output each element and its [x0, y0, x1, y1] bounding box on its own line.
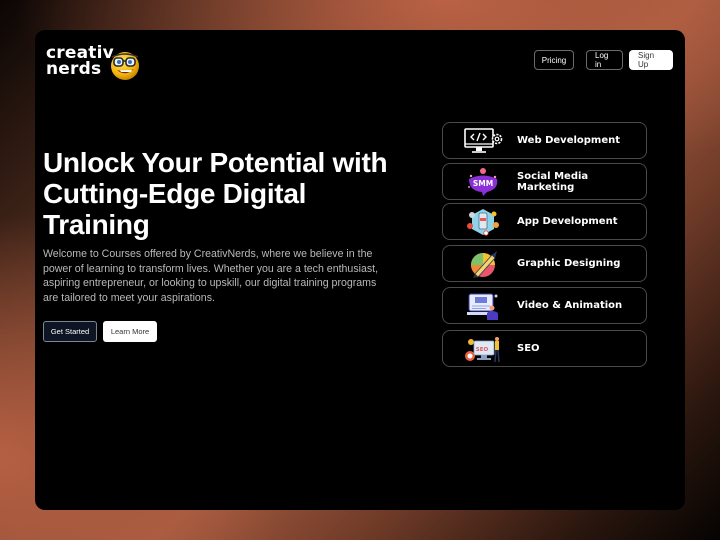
- hero-description: Welcome to Courses offered by CreativNer…: [43, 248, 379, 304]
- course-label: SEO: [517, 343, 540, 354]
- video-editing-icon: [467, 293, 498, 320]
- course-card-app-development[interactable]: App Development: [442, 203, 647, 240]
- course-card-web-development[interactable]: Web Development: [442, 122, 647, 159]
- seo-monitor-icon: SEO: [465, 337, 500, 363]
- hero-actions: Get Started Learn More: [43, 321, 157, 342]
- course-card-video-animation[interactable]: Video & Animation: [442, 287, 647, 324]
- code-monitor-gear-icon: [464, 128, 503, 153]
- signup-button[interactable]: Sign Up: [629, 50, 673, 70]
- course-card-seo[interactable]: SEO SEO: [442, 330, 647, 367]
- nerd-face-icon: [111, 52, 139, 80]
- course-label: App Development: [517, 216, 618, 227]
- course-label: Social Media Marketing: [517, 170, 589, 193]
- top-nav: Courses Pricing Log in Sign Up: [522, 50, 673, 70]
- course-label: Video & Animation: [517, 300, 623, 311]
- brand-logo[interactable]: creativ nerds: [46, 45, 156, 85]
- course-card-graphic-designing[interactable]: Graphic Designing: [442, 245, 647, 282]
- hero-title: Unlock Your Potential with Cutting-Edge …: [43, 147, 388, 240]
- course-card-social-media-marketing[interactable]: SMM Social Media Marketing: [442, 163, 647, 200]
- course-label: Graphic Designing: [517, 258, 621, 269]
- smm-badge-icon: SMM: [468, 168, 498, 196]
- logo-line-2: nerds: [46, 59, 102, 79]
- course-label: Web Development: [517, 135, 621, 146]
- login-button[interactable]: Log in: [586, 50, 623, 70]
- page-frame: creativ nerds Courses Pricing Lo: [35, 30, 685, 510]
- nav-pricing-button[interactable]: Pricing: [534, 50, 574, 70]
- smm-icon-text: SMM: [473, 179, 493, 188]
- seo-icon-text: SEO: [476, 347, 489, 353]
- learn-more-button[interactable]: Learn More: [103, 321, 157, 342]
- pen-palette-icon: [471, 251, 497, 278]
- mobile-app-icon: [467, 209, 499, 236]
- logo-text: creativ nerds: [46, 45, 114, 79]
- get-started-button[interactable]: Get Started: [43, 321, 97, 342]
